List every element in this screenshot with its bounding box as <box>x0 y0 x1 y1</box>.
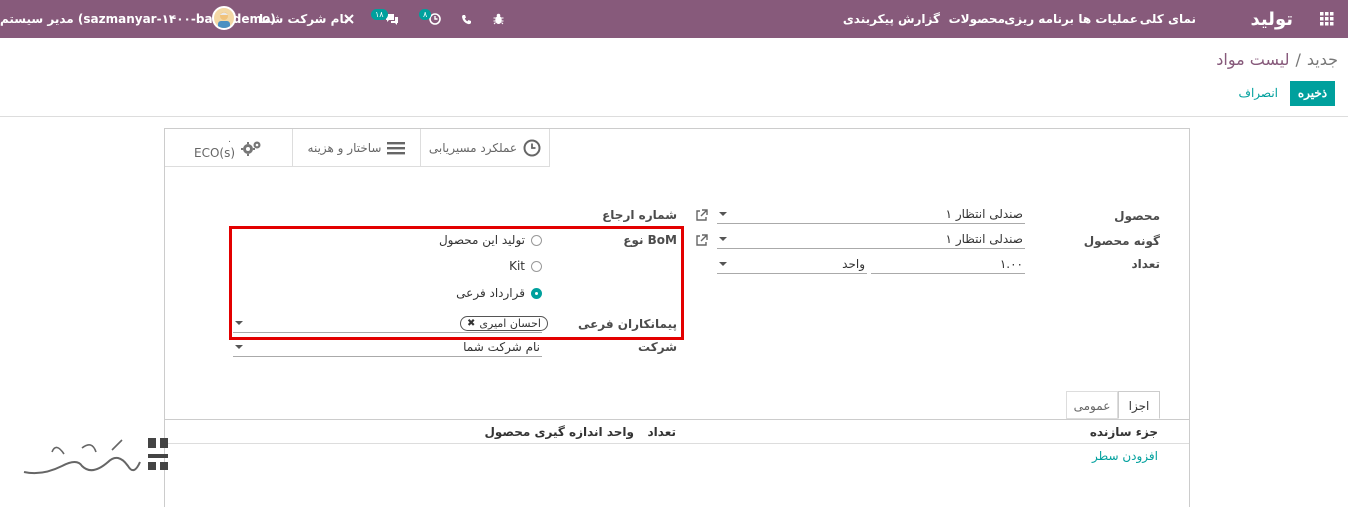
chevron-down-icon[interactable] <box>719 262 727 266</box>
column-header-uom[interactable]: واحد اندازه گیری محصول <box>484 425 634 439</box>
variant-field[interactable]: صندلی انتظار ۱ <box>717 231 1025 249</box>
highlight-box <box>229 226 684 340</box>
menu-overview[interactable]: نمای کلی <box>1140 0 1196 38</box>
messaging-menu[interactable]: ۱۸ <box>369 0 399 38</box>
uom-select[interactable]: واحد <box>717 256 867 274</box>
quantity-value: ۱.۰۰ <box>999 257 1023 271</box>
routing-performance-label: عملکرد مسیریابی <box>428 140 518 155</box>
app-brand[interactable]: تولید <box>1250 0 1293 38</box>
smart-buttons: ۰ ECO(s) ساختار و هزینه عملکرد مسیریابی <box>165 129 550 167</box>
reference-label: شماره ارجاع <box>602 208 677 222</box>
watermark-logo <box>23 438 168 475</box>
discard-button[interactable]: انصراف <box>1239 81 1278 106</box>
table-header-divider <box>165 443 1189 444</box>
variant-value: صندلی انتظار ۱ <box>945 232 1023 246</box>
debug-tools-icon[interactable] <box>343 0 355 38</box>
product-value: صندلی انتظار ۱ <box>945 207 1023 221</box>
structure-cost-label: ساختار و هزینه <box>307 140 382 155</box>
activity-menu[interactable]: ۸ <box>417 0 441 38</box>
save-button[interactable]: ذخیره <box>1290 81 1335 106</box>
breadcrumb: جدید / لیست مواد <box>1216 50 1338 69</box>
eco-button[interactable]: ۰ ECO(s) <box>165 129 293 167</box>
quantity-label: تعداد <box>1131 257 1160 271</box>
apps-menu-icon[interactable] <box>1320 0 1334 38</box>
list-icon <box>387 141 406 154</box>
quantity-input[interactable]: ۱.۰۰ <box>871 256 1025 274</box>
menu-reporting[interactable]: گزارش <box>898 0 940 38</box>
external-link-icon[interactable] <box>695 234 708 247</box>
breadcrumb-separator: / <box>1295 50 1301 69</box>
routing-performance-button[interactable]: عملکرد مسیریابی <box>421 129 550 167</box>
menu-products[interactable]: محصولات <box>949 0 1005 38</box>
company-value: نام شرکت شما <box>463 340 540 354</box>
menu-operations[interactable]: عملیات ها <box>1078 0 1138 38</box>
menu-configuration[interactable]: پیکربندی <box>843 0 894 38</box>
tab-components[interactable]: اجزا <box>1118 391 1160 419</box>
structure-cost-button[interactable]: ساختار و هزینه <box>293 129 421 167</box>
product-label: محصول <box>1114 209 1160 223</box>
breadcrumb-parent-link[interactable]: لیست مواد <box>1216 50 1289 69</box>
bug-icon[interactable] <box>493 0 504 38</box>
company-switcher[interactable]: نام شرکت شما <box>259 0 348 38</box>
user-avatar[interactable] <box>212 6 236 30</box>
column-header-component[interactable]: جزء سازنده <box>1090 425 1158 439</box>
chevron-down-icon[interactable] <box>235 345 243 349</box>
clock-icon <box>523 139 541 156</box>
tab-general[interactable]: عمومی <box>1066 391 1118 419</box>
top-navbar: تولید نمای کلی عملیات ها برنامه ریزی محص… <box>0 0 1348 38</box>
variant-label: گونه محصول <box>1083 234 1160 248</box>
company-label: شرکت <box>638 340 677 354</box>
external-link-icon[interactable] <box>695 209 708 222</box>
breadcrumb-current: جدید <box>1306 50 1338 69</box>
tabs-divider <box>165 419 1189 420</box>
company-field[interactable]: نام شرکت شما <box>233 339 542 357</box>
column-header-quantity[interactable]: تعداد <box>648 425 676 439</box>
gears-icon <box>241 141 261 156</box>
uom-value: واحد <box>842 257 865 271</box>
message-count-badge: ۱۸ <box>371 9 388 20</box>
control-panel-divider <box>0 116 1348 117</box>
chevron-down-icon[interactable] <box>719 212 727 216</box>
add-line-link[interactable]: افزودن سطر <box>1092 449 1158 463</box>
chevron-down-icon[interactable] <box>719 237 727 241</box>
menu-planning[interactable]: برنامه ریزی <box>1004 0 1074 38</box>
product-field[interactable]: صندلی انتظار ۱ <box>717 206 1025 224</box>
eco-label: ECO(s) <box>193 145 236 160</box>
phone-icon[interactable] <box>461 0 472 38</box>
